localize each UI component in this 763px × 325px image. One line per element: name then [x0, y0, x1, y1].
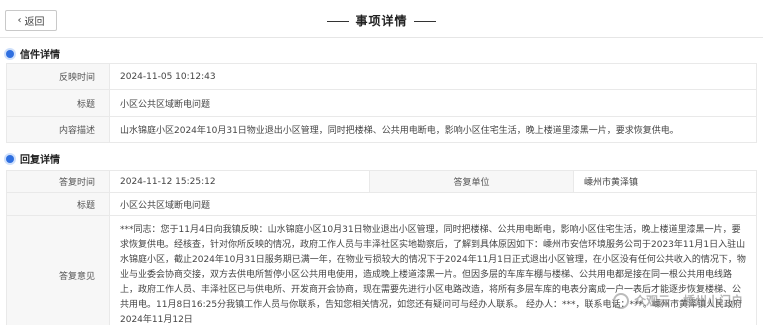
table-row: 标题 小区公共区域断电问题 — [6, 89, 757, 117]
letter-detail-table: 反映时间 2024-11-05 10:12:43 标题 小区公共区域断电问题 内… — [6, 63, 757, 143]
table-row: 反映时间 2024-11-05 10:12:43 — [6, 63, 757, 90]
section-bullet-icon — [6, 154, 14, 163]
title-dash-right — [413, 21, 436, 22]
reply-detail-table: 答复时间 2024-11-12 15:25:12 答复单位 嵊州市黄泽镇 标题 … — [6, 170, 757, 325]
section-bullet-icon — [6, 49, 14, 58]
title-dash-left — [327, 21, 350, 22]
field-label-report-time: 反映时间 — [6, 63, 110, 90]
table-row: 内容描述 山水锦庭小区2024年10月31日物业退出小区管理，同时把楼梯、公共用… — [6, 116, 757, 143]
field-label-reply-unit: 答复单位 — [369, 170, 574, 193]
table-row: 标题 小区公共区域断电问题 — [6, 192, 757, 216]
field-label-reply-title: 标题 — [6, 192, 110, 216]
field-value-reply-unit: 嵊州市黄泽镇 — [573, 170, 757, 193]
table-row: 答复时间 2024-11-12 15:25:12 答复单位 嵊州市黄泽镇 — [6, 170, 757, 193]
letter-section-title: 信件详情 — [20, 50, 60, 61]
page-title-text: 事项详情 — [355, 14, 408, 28]
reply-section-heading: 回复详情 — [6, 151, 60, 166]
field-label-description: 内容描述 — [6, 116, 110, 143]
field-label-title: 标题 — [6, 89, 110, 117]
reply-section-title: 回复详情 — [20, 155, 60, 166]
field-value-reply-time: 2024-11-12 15:25:12 — [109, 170, 370, 193]
page-title: 事项详情 — [0, 12, 763, 29]
title-divider — [0, 37, 763, 38]
field-value-reply-opinion: ***同志：您于11月4日向我镇反映：山水锦庭小区10月31日物业退出小区管理，… — [109, 215, 757, 325]
field-value-title: 小区公共区域断电问题 — [109, 89, 757, 117]
field-label-reply-opinion: 答复意见 — [6, 215, 110, 325]
field-value-description: 山水锦庭小区2024年10月31日物业退出小区管理，同时把楼梯、公共用电断电，影… — [109, 116, 757, 143]
field-value-reply-title: 小区公共区域断电问题 — [109, 192, 757, 216]
letter-section-heading: 信件详情 — [6, 46, 60, 61]
field-label-reply-time: 答复时间 — [6, 170, 110, 193]
table-row: 答复意见 ***同志：您于11月4日向我镇反映：山水锦庭小区10月31日物业退出… — [6, 215, 757, 325]
field-value-report-time: 2024-11-05 10:12:43 — [109, 63, 757, 90]
